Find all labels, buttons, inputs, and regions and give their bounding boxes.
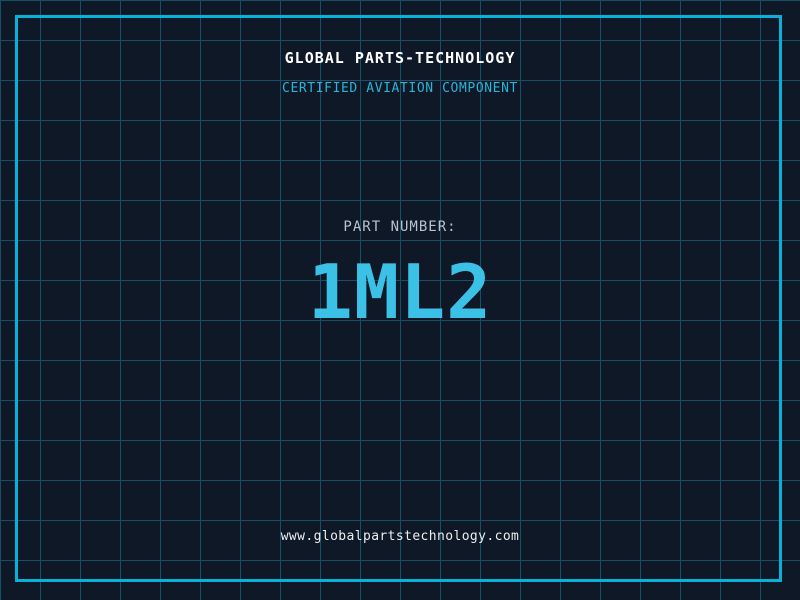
certification-subtitle: CERTIFIED AVIATION COMPONENT (282, 81, 518, 96)
company-name: GLOBAL PARTS-TECHNOLOGY (284, 49, 516, 67)
part-number-value: 1ML2 (307, 248, 493, 336)
website-url: www.globalpartstechnology.com (280, 529, 520, 544)
part-label-screen: GLOBAL PARTS-TECHNOLOGY CERTIFIED AVIATI… (0, 0, 800, 600)
part-number-label: PART NUMBER: (343, 219, 457, 235)
